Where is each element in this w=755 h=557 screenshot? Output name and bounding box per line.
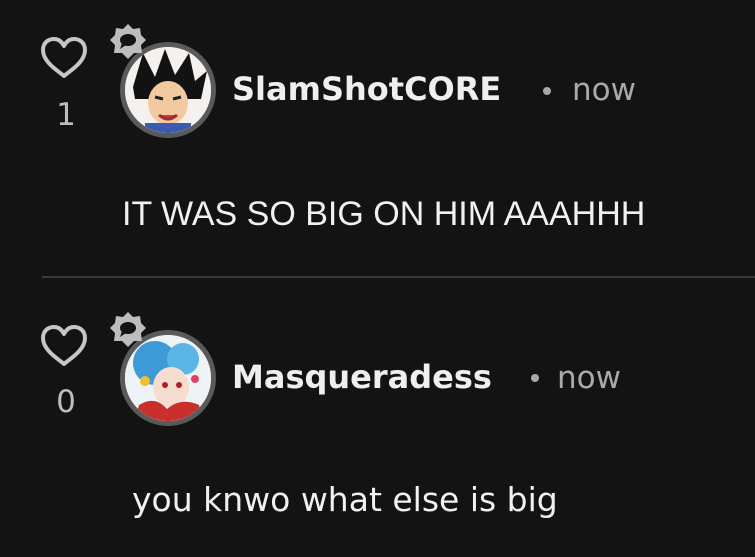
comment-timestamp: now [572,72,636,108]
like-button[interactable] [38,36,90,80]
separator-dot [543,87,551,95]
comment-timestamp: now [557,360,621,396]
comment-text: you knwo what else is big [132,480,558,519]
comment-text: IT WAS SO BIG ON HIM AAAHHH [122,195,646,233]
comment-username[interactable]: Masqueradess [232,358,492,396]
heart-icon [41,37,87,78]
chat-badge-icon [108,22,148,62]
like-count: 1 [56,97,76,133]
comment-item: 1 SlamShotCORE now IT WAS SO BIG ON HIM … [0,0,755,276]
like-button[interactable] [38,324,90,368]
comment-username[interactable]: SlamShotCORE [232,70,501,108]
comment-item: 0 Masqueradess now you knwo what else is [0,278,755,557]
separator-dot [531,374,539,382]
heart-icon [41,325,87,366]
chat-badge-icon [108,310,148,350]
like-count: 0 [56,384,76,420]
